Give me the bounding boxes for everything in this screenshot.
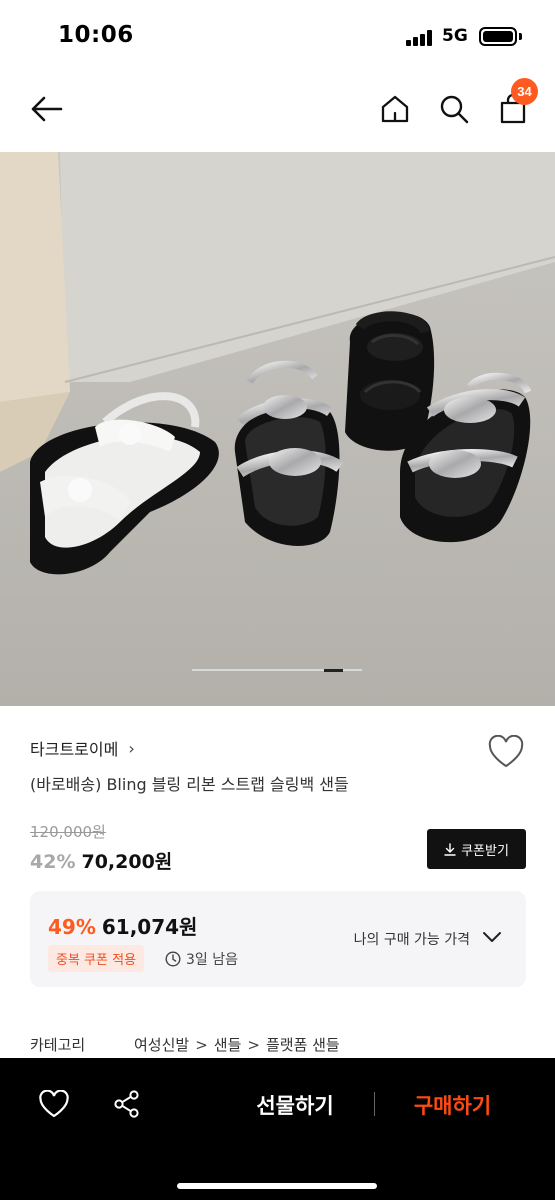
share-button[interactable] [109,1086,145,1122]
heart-icon [488,734,524,768]
coupon-button[interactable]: 쿠폰받기 [427,829,526,869]
carousel-dot [248,669,268,671]
breadcrumb-separator: > [195,1035,208,1054]
status-bar: 10:06 5G [0,0,555,75]
divider [374,1092,375,1116]
product-image[interactable] [0,152,555,706]
brand-name: 타크트로이메 [30,740,119,759]
search-button[interactable] [434,89,474,129]
cart-count-badge: 34 [511,78,538,105]
home-indicator [177,1183,377,1189]
best-price: 61,074원 [101,915,198,939]
price-row: 42% 70,200원 [30,847,172,874]
time-left: 3일 남음 [165,949,238,969]
carousel-indicator [192,668,362,672]
carousel-dot [210,669,230,671]
carousel-dot [267,669,287,671]
share-icon [114,1090,139,1118]
best-discount-rate: 49% [48,915,96,939]
signal-icon [406,30,436,46]
wishlist-button[interactable] [487,734,525,771]
carousel-dot [343,669,362,671]
breadcrumb-separator: > [247,1035,260,1054]
best-price-card[interactable]: 49% 61,074원 중복 쿠폰 적용 3일 남음 나의 구매 가능 가격 [30,891,526,987]
best-price-row: 49% 61,074원 [48,911,197,940]
product-title: (바로배송) Bling 블링 리본 스트랩 슬링백 샌들 [30,775,349,794]
home-icon [381,95,409,123]
bottom-action-bar: 선물하기 구매하기 [0,1058,555,1200]
battery-tip [519,33,522,40]
carousel-dot [305,669,325,671]
clock-icon [165,951,181,967]
time-left-label: 3일 남음 [186,952,238,968]
coupon-stack-badge: 중복 쿠폰 적용 [48,945,145,972]
search-icon [440,95,469,124]
gift-button[interactable]: 선물하기 [230,1089,360,1121]
carousel-dot [286,669,306,671]
like-button[interactable] [36,1086,72,1122]
buy-button[interactable]: 구매하기 [395,1089,510,1121]
breadcrumb-item[interactable]: 플랫폼 샌들 [266,1034,340,1055]
chevron-right-icon: › [128,738,135,758]
original-price: 120,000원 [30,823,106,841]
top-nav [0,75,555,152]
carousel-dot [229,669,249,671]
discount-rate: 42% [30,851,76,873]
best-price-label: 나의 구매 가능 가격 [353,932,470,948]
battery-icon [479,27,517,46]
carousel-dot [192,669,211,671]
back-button[interactable] [26,89,66,129]
carousel-dot-active [324,668,344,672]
download-icon [444,842,456,856]
heart-icon [39,1090,69,1118]
coupon-label: 쿠폰받기 [461,843,509,859]
network-label: 5G [442,26,468,46]
breadcrumb-item[interactable]: 샌들 [214,1034,242,1055]
category-label: 카테고리 [30,1036,86,1054]
sale-price: 70,200원 [81,851,173,873]
breadcrumb-item[interactable]: 여성신발 [134,1034,189,1055]
status-time: 10:06 [58,22,134,48]
brand-link[interactable]: 타크트로이메 › [30,736,135,760]
category-row: 카테고리 여성신발 > 샌들 > 플랫폼 샌들 [30,1034,340,1055]
home-button[interactable] [375,89,415,129]
chevron-down-icon [482,929,502,948]
back-arrow-icon [31,96,63,122]
